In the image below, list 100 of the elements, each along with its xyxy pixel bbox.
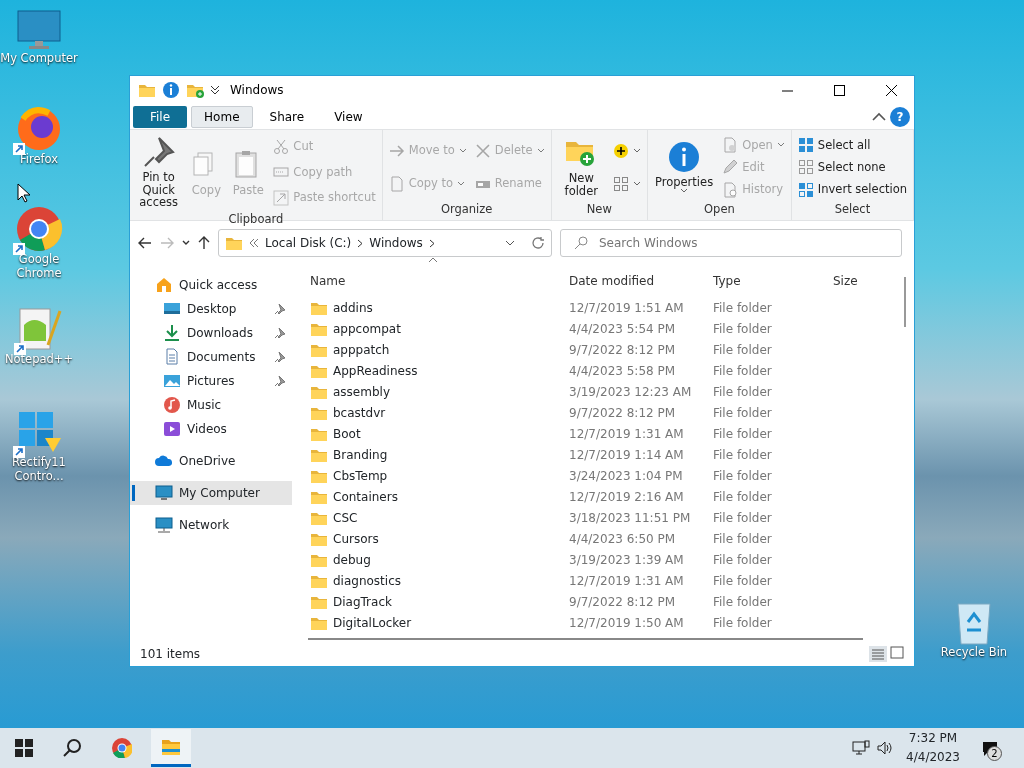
new-folder-icon[interactable] (186, 82, 204, 98)
date-cell-text: 12/7/2019 1:50 AM (569, 614, 685, 632)
search-field[interactable]: Search Windows (560, 229, 902, 257)
new-item-icon (613, 142, 629, 159)
info-icon[interactable] (162, 81, 180, 99)
column-header[interactable]: Date modified (569, 272, 713, 290)
double-chevron-icon[interactable] (210, 84, 220, 96)
file-name[interactable]: debug (333, 550, 371, 569)
date-cell-text: 3/19/2023 1:39 AM (569, 551, 685, 569)
type-cell-text: File folder (713, 488, 773, 506)
file-menu-tab[interactable]: File (133, 105, 188, 128)
file-name[interactable]: AppReadiness (333, 361, 418, 380)
right-arrow-icon (388, 142, 405, 159)
group-label: Select (833, 200, 872, 218)
monitor-icon (17, 10, 61, 52)
chevron-right-icon (428, 238, 435, 248)
nav-item[interactable]: OneDrive (130, 449, 292, 473)
clock-date[interactable]: 4/4/2023 (906, 748, 960, 767)
group-label: New (585, 200, 613, 218)
breadcrumb[interactable]: Windows (369, 234, 423, 252)
date-cell-text: 12/7/2019 1:14 AM (569, 446, 685, 464)
file-name[interactable]: Boot (333, 424, 361, 443)
up-arrow-icon[interactable] (198, 236, 210, 250)
ribbon-button[interactable]: Select all (795, 135, 909, 155)
scissors-icon (273, 138, 290, 155)
nav-item[interactable]: Music (130, 393, 292, 417)
collapse-chevron-icon[interactable] (872, 111, 886, 122)
network-monitor-icon[interactable] (852, 740, 871, 756)
file-name[interactable]: bcastdvr (333, 403, 386, 422)
type-cell-text: File folder (713, 299, 773, 317)
nav-item[interactable]: Desktop (130, 297, 292, 321)
grid-icon (613, 176, 629, 193)
chevron-down-icon[interactable] (182, 240, 190, 246)
address-bar[interactable]: Local Disk (C:) Windows (218, 229, 552, 257)
column-header[interactable]: Size (833, 272, 893, 290)
file-name[interactable]: CSC (333, 508, 358, 527)
monitor-icon (155, 484, 173, 502)
type-cell-text: File folder (713, 362, 773, 380)
chevron-down-icon[interactable] (505, 240, 515, 246)
download-arrow-icon (163, 324, 181, 342)
file-name[interactable]: Branding (333, 445, 388, 464)
taskbar-app[interactable] (151, 729, 191, 767)
date-cell-text: 12/7/2019 2:16 AM (569, 488, 685, 506)
nav-item[interactable]: My Computer (130, 481, 292, 505)
file-name[interactable]: diagnostics (333, 571, 401, 590)
ribbon-tab[interactable]: View (321, 105, 376, 128)
file-name[interactable]: apppatch (333, 340, 390, 359)
nav-item[interactable]: Downloads (130, 321, 292, 345)
ribbon-button[interactable]: Select none (795, 157, 909, 177)
horizontal-scrollbar[interactable] (308, 638, 863, 640)
breadcrumb[interactable]: Local Disk (C:) (265, 234, 352, 252)
file-name[interactable]: DiagTrack (333, 592, 392, 611)
file-name[interactable]: Containers (333, 487, 398, 506)
date-cell-text: 4/4/2023 5:54 PM (569, 320, 677, 338)
help-button[interactable]: ? (890, 106, 910, 127)
date-cell-text: 3/19/2023 12:23 AM (569, 383, 693, 401)
date-cell-text: 3/24/2023 1:04 PM (569, 467, 684, 485)
nav-item[interactable]: Quick access (130, 273, 292, 297)
back-arrow-icon[interactable] (138, 237, 152, 249)
film-icon (163, 420, 181, 438)
date-cell-text: 4/4/2023 5:58 PM (569, 362, 677, 380)
column-header[interactable]: Name (308, 272, 569, 290)
file-name[interactable]: CbsTemp (333, 466, 388, 485)
date-cell-text: 9/7/2022 8:12 PM (569, 341, 677, 359)
chevron-right-icon (357, 238, 364, 248)
nav-item[interactable]: Documents (130, 345, 292, 369)
nav-item[interactable]: Network (130, 513, 292, 537)
ribbon-button[interactable]: Properties (652, 138, 717, 197)
chrome-logo-icon (112, 738, 132, 758)
folder-icon (138, 82, 156, 98)
speaker-icon[interactable] (876, 740, 895, 756)
pencil-icon (722, 159, 739, 176)
scrollbar-thumb[interactable] (904, 277, 906, 327)
ribbon-tab[interactable]: Home (191, 105, 253, 128)
date-cell-text: 9/7/2022 8:12 PM (569, 404, 677, 422)
file-name[interactable]: Cursors (333, 529, 379, 548)
delete-x-icon (474, 142, 491, 159)
ribbon-tab[interactable]: Share (256, 105, 318, 128)
file-name[interactable]: assembly (333, 382, 390, 401)
group-label: Open (703, 200, 736, 218)
file-name[interactable]: DigitalLocker (333, 613, 412, 632)
date-cell-text: 12/7/2019 1:51 AM (569, 299, 685, 317)
select-none-icon (797, 159, 814, 176)
nav-item[interactable]: Pictures (130, 369, 292, 393)
file-name[interactable]: addins (333, 298, 373, 317)
nav-item[interactable]: Videos (130, 417, 292, 441)
notepad-chameleon-icon (16, 305, 62, 353)
ribbon-button[interactable]: New folder (555, 135, 607, 200)
ribbon-button[interactable]: Pin to Quick access (134, 134, 184, 211)
ribbon-button[interactable] (611, 141, 643, 160)
type-cell-text: File folder (713, 467, 773, 485)
clock-time[interactable]: 7:32 PM (906, 729, 960, 748)
type-cell-text: File folder (713, 551, 773, 569)
column-header[interactable]: Type (713, 272, 833, 290)
file-name[interactable]: appcompat (333, 319, 401, 338)
ribbon-button[interactable]: Invert selection (795, 180, 909, 200)
mouse-cursor-icon (17, 183, 31, 203)
chrome-logo-icon (15, 205, 63, 253)
refresh-icon[interactable] (531, 236, 545, 250)
type-cell-text: File folder (713, 341, 773, 359)
